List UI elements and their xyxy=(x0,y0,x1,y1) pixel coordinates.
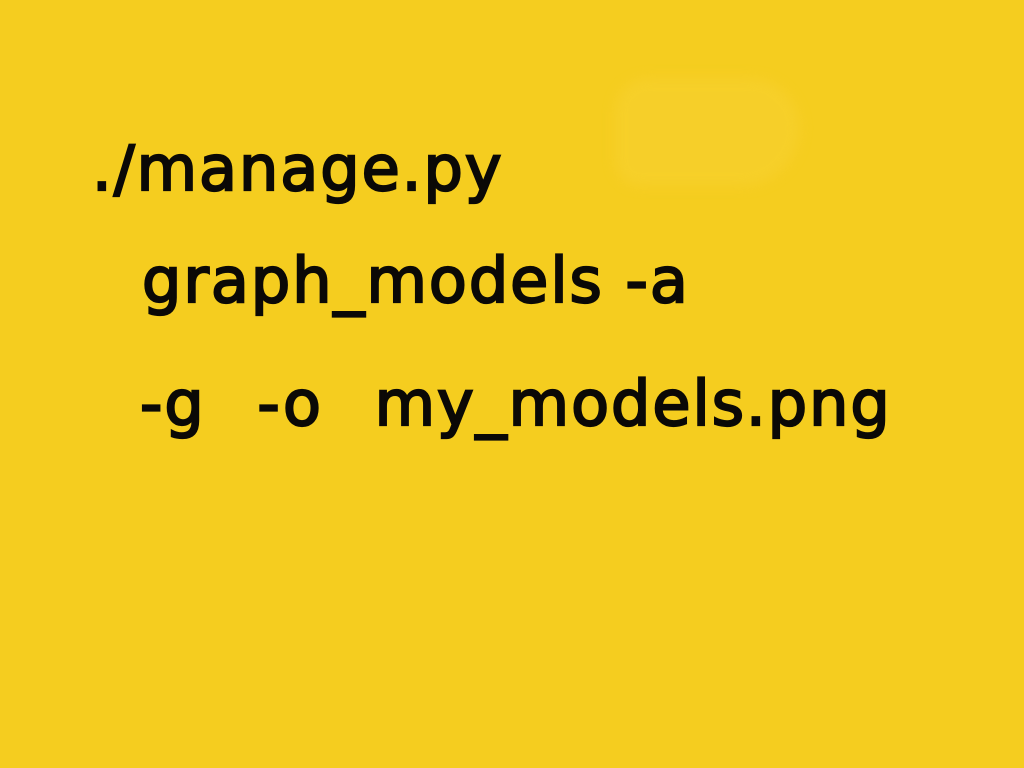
handwritten-line-output-flags: -g -o my_models.png xyxy=(139,367,892,440)
paper-highlight xyxy=(615,78,800,186)
handwritten-line-manage-py: ./manage.py xyxy=(91,132,504,205)
yellow-note-canvas: ./manage.py graph_models -a -g -o my_mod… xyxy=(0,0,1024,768)
handwritten-line-graph-models: graph_models -a xyxy=(141,244,690,317)
